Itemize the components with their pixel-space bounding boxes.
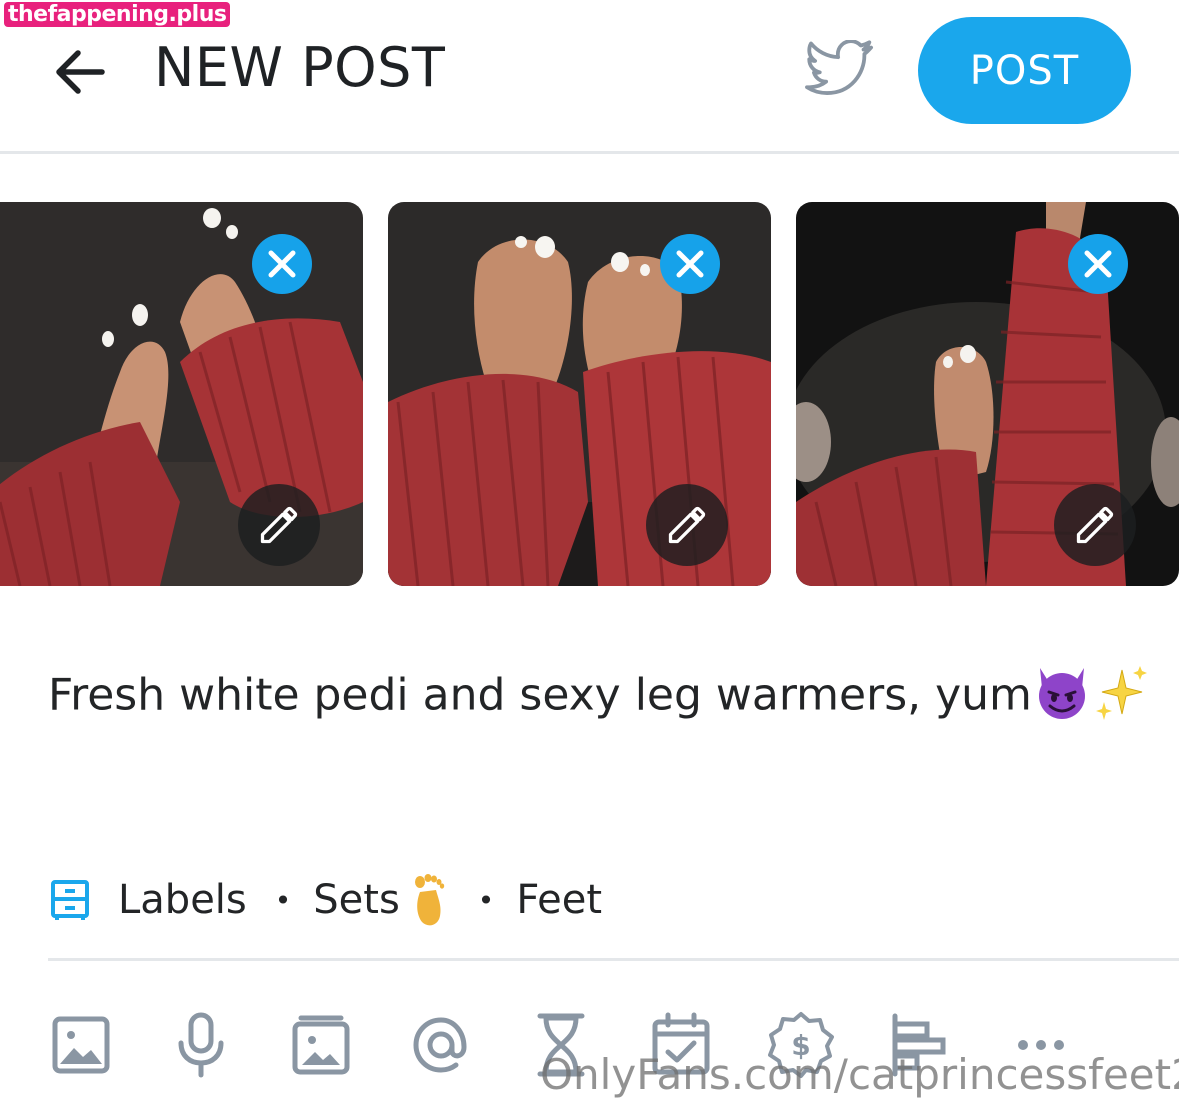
remove-media-icon[interactable] bbox=[1068, 234, 1128, 294]
header-divider bbox=[0, 151, 1179, 154]
watermark-url: OnlyFans.com/catprincessfeet2 bbox=[540, 1050, 1179, 1099]
caption-text: Fresh white pedi and sexy leg warmers, y… bbox=[48, 669, 1032, 721]
mention-icon[interactable] bbox=[406, 1010, 476, 1080]
remove-media-icon[interactable] bbox=[252, 234, 312, 294]
header: NEW POST POST bbox=[0, 0, 1179, 152]
remove-media-icon[interactable] bbox=[660, 234, 720, 294]
separator-dot: • bbox=[477, 883, 495, 917]
label-item-feet[interactable]: Feet bbox=[516, 877, 602, 923]
vault-icon[interactable] bbox=[286, 1010, 356, 1080]
labels-row[interactable]: Labels • Sets • Feet bbox=[48, 870, 602, 930]
media-thumbnail-1[interactable] bbox=[0, 202, 363, 586]
sparkles-emoji-icon bbox=[1092, 662, 1152, 733]
media-thumbnail-3[interactable] bbox=[796, 202, 1179, 586]
page-title: NEW POST bbox=[154, 36, 446, 99]
labels-drawer-icon bbox=[48, 878, 92, 922]
image-icon[interactable] bbox=[46, 1010, 116, 1080]
smiling-devil-emoji-icon bbox=[1032, 662, 1092, 733]
microphone-icon[interactable] bbox=[166, 1010, 236, 1080]
caption-text-area[interactable]: Fresh white pedi and sexy leg warmers, y… bbox=[48, 662, 1152, 733]
twitter-icon[interactable] bbox=[804, 39, 874, 100]
edit-media-icon[interactable] bbox=[238, 484, 320, 566]
back-arrow-icon[interactable] bbox=[50, 42, 110, 102]
edit-media-icon[interactable] bbox=[1054, 484, 1136, 566]
media-thumbnail-2[interactable] bbox=[388, 202, 771, 586]
post-button[interactable]: POST bbox=[918, 17, 1131, 124]
label-item-sets[interactable]: Sets bbox=[313, 877, 400, 923]
separator-dot: • bbox=[274, 883, 292, 917]
labels-label[interactable]: Labels bbox=[118, 877, 247, 923]
foot-emoji-icon bbox=[406, 872, 450, 928]
toolbar-divider bbox=[48, 958, 1179, 961]
edit-media-icon[interactable] bbox=[646, 484, 728, 566]
